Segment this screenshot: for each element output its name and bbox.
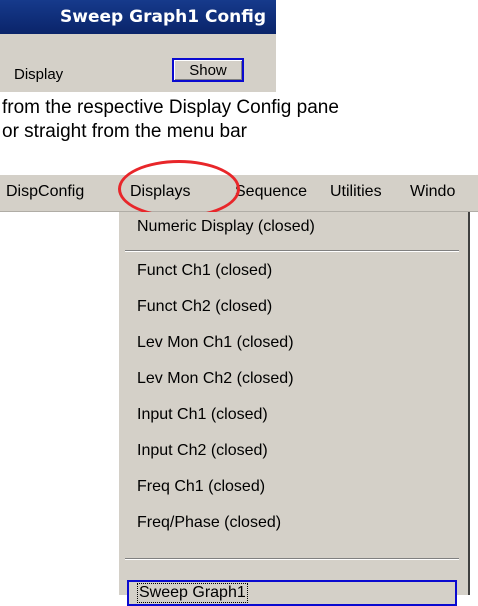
dropdown-item-input-ch1[interactable]: Input Ch1 (closed) bbox=[137, 406, 268, 424]
dropdown-item-input-ch2[interactable]: Input Ch2 (closed) bbox=[137, 442, 268, 460]
dropdown-item-lev-mon-ch1[interactable]: Lev Mon Ch1 (closed) bbox=[137, 334, 294, 352]
dropdown-item-numeric-display[interactable]: Numeric Display (closed) bbox=[137, 218, 315, 236]
menu-separator bbox=[125, 250, 459, 252]
menu-utilities[interactable]: Utilities bbox=[330, 183, 382, 201]
display-row: Display Show bbox=[0, 44, 276, 92]
menu-bar: DispConfig Displays Sequence Utilities W… bbox=[0, 174, 478, 212]
caption-line-2: or straight from the menu bar bbox=[2, 121, 247, 142]
menu-separator bbox=[125, 558, 459, 560]
display-label: Display bbox=[14, 66, 64, 83]
sweep-graph1-label: Sweep Graph1 bbox=[137, 583, 248, 603]
show-button[interactable]: Show bbox=[172, 58, 244, 82]
dropdown-item-freq-phase[interactable]: Freq/Phase (closed) bbox=[137, 514, 281, 532]
sweep-graph-config-panel: Sweep Graph1 Config Display Show bbox=[0, 0, 276, 92]
displays-dropdown: Numeric Display (closed) Funct Ch1 (clos… bbox=[118, 212, 470, 606]
config-panel-title: Sweep Graph1 Config bbox=[0, 0, 276, 34]
dropdown-item-sweep-graph1[interactable]: Sweep Graph1 bbox=[127, 580, 457, 606]
dropdown-item-funct-ch1[interactable]: Funct Ch1 (closed) bbox=[137, 262, 272, 280]
menu-displays[interactable]: Displays bbox=[130, 183, 190, 201]
menu-dispconfig[interactable]: DispConfig bbox=[6, 183, 84, 201]
dropdown-item-lev-mon-ch2[interactable]: Lev Mon Ch2 (closed) bbox=[137, 370, 294, 388]
menu-sequence[interactable]: Sequence bbox=[235, 183, 307, 201]
dropdown-item-freq-ch1[interactable]: Freq Ch1 (closed) bbox=[137, 478, 265, 496]
menu-window[interactable]: Windo bbox=[410, 183, 455, 201]
caption-line-1: from the respective Display Config pane bbox=[2, 97, 339, 118]
dropdown-item-funct-ch2[interactable]: Funct Ch2 (closed) bbox=[137, 298, 272, 316]
